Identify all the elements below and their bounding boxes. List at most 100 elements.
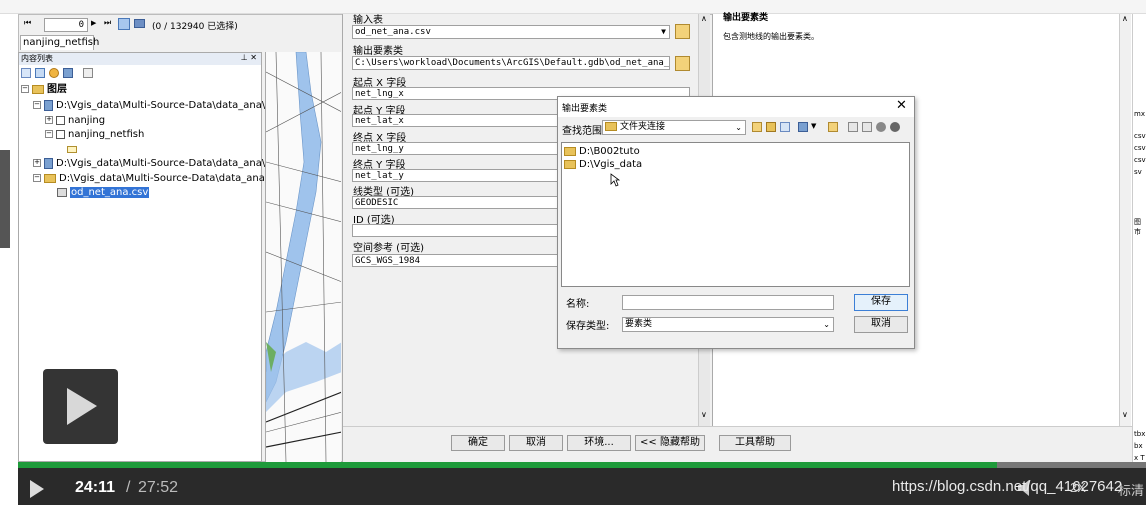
new-folder-icon[interactable] — [848, 122, 858, 132]
right-edge-text: bx — [1134, 442, 1143, 450]
close-icon[interactable]: ✕ — [896, 98, 907, 113]
toc-toolbar — [21, 67, 259, 80]
new-item-icon[interactable] — [862, 122, 872, 132]
dropdown-arrow-icon[interactable]: ▼ — [661, 26, 666, 38]
tool-help-button[interactable]: 工具帮助 — [719, 435, 791, 451]
view-list-icon[interactable] — [798, 122, 808, 132]
page-number-field[interactable]: 0 — [44, 18, 88, 32]
total-time: 27:52 — [138, 479, 179, 496]
catalog-icon[interactable] — [876, 122, 886, 132]
checkbox[interactable] — [56, 129, 65, 139]
list-item[interactable]: D:\B002tuto — [564, 145, 640, 158]
type-label: 保存类型: — [566, 321, 610, 332]
expand-icon[interactable]: + — [45, 116, 53, 124]
toc-item[interactable]: + D:\Vgis_data\Multi-Source-Data\data_ana… — [33, 157, 278, 170]
list-item-label: D:\B002tuto — [579, 146, 640, 157]
output-fc-label: 输出要素类 — [353, 46, 403, 57]
up-one-level-icon[interactable] — [752, 122, 762, 132]
polygon-symbol-icon — [67, 146, 77, 153]
toc-item[interactable]: − nanjing_netfish — [45, 128, 144, 141]
toc-root-layers[interactable]: − 图层 — [21, 83, 67, 96]
selection-status: (0 / 132940 已选择) — [152, 22, 238, 32]
right-edge-text: tbx — [1134, 430, 1146, 438]
toc-item-label: D:\Vgis_data\Multi-Source-Data\data_ana — [59, 173, 265, 184]
play-icon — [67, 388, 97, 425]
list-by-selection-icon[interactable] — [63, 68, 73, 78]
view-menu-icon[interactable]: ▼ — [811, 122, 816, 130]
browse-folder-icon[interactable] — [675, 56, 690, 71]
look-in-combo[interactable]: 文件夹连接 ⌄ — [602, 120, 746, 135]
input-table-combo[interactable]: od_net_ana.csv ▼ — [352, 25, 670, 39]
play-icon[interactable] — [30, 480, 44, 498]
save-button[interactable]: 保存 — [854, 294, 908, 311]
scroll-up-icon[interactable]: ∧ — [1122, 14, 1128, 23]
list-by-visibility-icon[interactable] — [49, 68, 59, 78]
current-time: 24:11 — [75, 479, 116, 496]
toc-title-bar: 内容列表 ⊥ ✕ — [19, 53, 261, 65]
scroll-down-icon[interactable]: ∨ — [701, 410, 707, 419]
right-edge-text: csv — [1134, 144, 1146, 152]
watermark: https://blog.csdn.net/qq_41627642 — [892, 478, 1123, 495]
toc-item[interactable]: + nanjing — [45, 114, 105, 127]
list-item-label: D:\Vgis_data — [579, 159, 643, 170]
options-icon[interactable] — [890, 122, 900, 132]
start-y-value: net_lat_x — [355, 116, 404, 126]
layers-icon — [32, 84, 44, 94]
name-input[interactable] — [622, 295, 834, 310]
end-x-value: net_lng_y — [355, 144, 404, 154]
help-text: 包含测地线的输出要素类。 — [723, 32, 819, 41]
top-strip — [0, 0, 1146, 14]
save-dialog: 输出要素类 ✕ 查找范围 文件夹连接 ⌄ ▼ D:\B002tuto D:\Vg… — [557, 96, 915, 349]
type-value: 要素类 — [625, 319, 653, 329]
browse-folder-icon[interactable] — [675, 24, 690, 39]
toc-item[interactable]: − D:\Vgis_data\Multi-Source-Data\data_ana — [33, 172, 265, 185]
toc-pin-close[interactable]: ⊥ ✕ — [241, 53, 257, 62]
show-selected-icon[interactable] — [134, 19, 145, 28]
help-scrollbar[interactable]: ∧ ∨ — [1119, 14, 1131, 426]
collapse-icon[interactable]: − — [33, 101, 41, 109]
file-browser-list[interactable]: D:\B002tuto D:\Vgis_data — [561, 142, 910, 287]
time-separator: / — [126, 479, 131, 496]
database-icon — [44, 157, 53, 169]
page-edge-marker — [0, 150, 10, 248]
toc-item-label: nanjing_netfish — [68, 129, 145, 140]
options-icon[interactable] — [83, 68, 93, 78]
nav-next-icon[interactable]: ▶ — [91, 19, 96, 27]
collapse-icon[interactable]: − — [45, 130, 53, 138]
toc-item-label: nanjing — [68, 115, 106, 126]
home-icon[interactable] — [766, 122, 776, 132]
cancel-button[interactable]: 取消 — [509, 435, 563, 451]
right-edge-panel: mx csv csv csv sv 图市 tbx bx x T — [1132, 14, 1146, 462]
nav-last-icon[interactable]: ⏭ — [104, 18, 111, 28]
toc-item[interactable]: − D:\Vgis_data\Multi-Source-Data\data_ana… — [33, 99, 278, 112]
nav-first-icon[interactable]: ⏮ — [24, 18, 31, 28]
connect-folder-icon[interactable] — [828, 122, 838, 132]
scroll-down-icon[interactable]: ∨ — [1122, 410, 1128, 419]
right-edge-text: csv — [1134, 132, 1146, 140]
collapse-icon[interactable]: − — [33, 174, 41, 182]
output-fc-field[interactable]: C:\Users\workload\Documents\ArcGIS\Defau… — [352, 56, 670, 70]
refresh-icon[interactable] — [780, 122, 790, 132]
map-view[interactable] — [265, 52, 341, 462]
expand-icon[interactable]: + — [33, 159, 41, 167]
table-tab[interactable]: nanjing_netfish — [20, 35, 99, 50]
environments-button[interactable]: 环境... — [567, 435, 631, 451]
scroll-up-icon[interactable]: ∧ — [701, 14, 707, 23]
chevron-down-icon[interactable]: ⌄ — [823, 319, 830, 331]
collapse-icon[interactable]: − — [21, 85, 29, 93]
toc-item-selected[interactable]: od_net_ana.csv — [57, 186, 150, 199]
toc-item-label: od_net_ana.csv — [70, 187, 150, 198]
cancel-save-button[interactable]: 取消 — [854, 316, 908, 333]
hide-help-button[interactable]: << 隐藏帮助 — [635, 435, 705, 451]
ok-button[interactable]: 确定 — [451, 435, 505, 451]
chevron-down-icon[interactable]: ⌄ — [735, 122, 742, 134]
mouse-cursor-icon — [610, 173, 620, 187]
right-edge-text: x T — [1134, 454, 1145, 462]
show-all-records-icon[interactable] — [118, 18, 130, 30]
list-item[interactable]: D:\Vgis_data — [564, 158, 642, 171]
checkbox[interactable] — [56, 115, 65, 125]
list-by-drawing-order-icon[interactable] — [21, 68, 31, 78]
big-play-button[interactable] — [43, 369, 118, 444]
type-combo[interactable]: 要素类 ⌄ — [622, 317, 834, 332]
list-by-source-icon[interactable] — [35, 68, 45, 78]
